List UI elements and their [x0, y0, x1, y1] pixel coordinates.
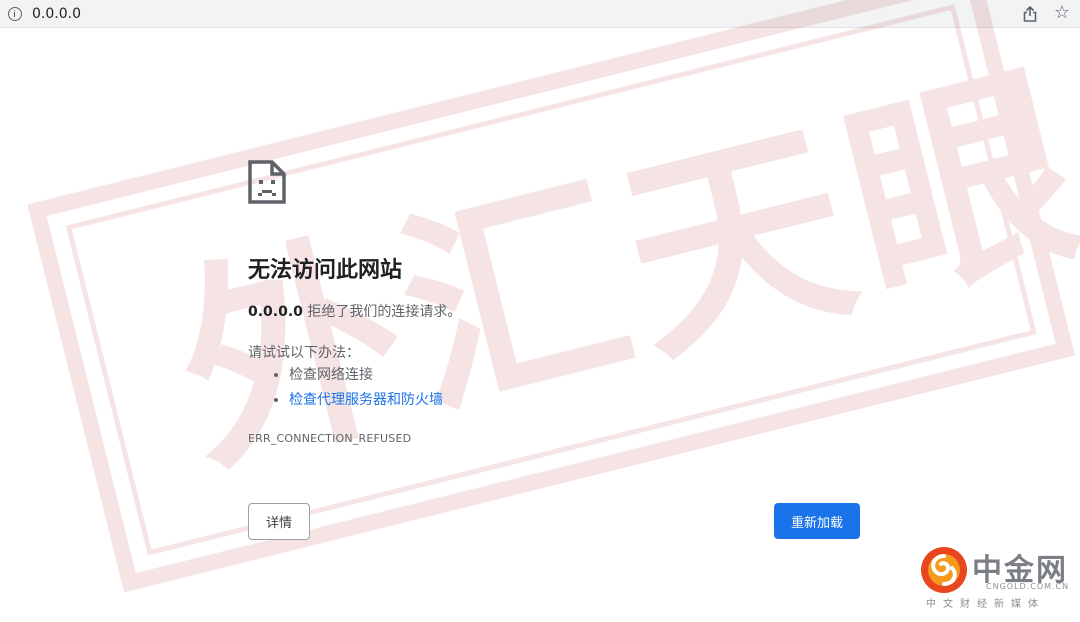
address-bar[interactable]: 0.0.0.0 ☆ — [0, 0, 1080, 28]
suggestion-check-proxy-link[interactable]: 检查代理服务器和防火墙 — [272, 390, 443, 415]
suggestions-list: 检查网络连接 检查代理服务器和防火墙 — [272, 365, 443, 415]
share-icon[interactable] — [1022, 5, 1038, 23]
suggestion-check-network: 检查网络连接 — [272, 365, 443, 390]
brand-domain: CNGOLD.COM.CN — [986, 582, 1070, 591]
watermark-text: 外汇天眼 — [153, 34, 1080, 506]
error-code: ERR_CONNECTION_REFUSED — [248, 432, 412, 445]
url-text[interactable]: 0.0.0.0 — [32, 6, 81, 22]
stamp-frame-outer — [27, 0, 1076, 593]
stamp-frame-inner — [65, 4, 1037, 556]
reload-button[interactable]: 重新加载 — [774, 503, 860, 539]
error-title: 无法访问此网站 — [248, 258, 403, 283]
watermark-stamp: 外汇天眼 — [18, 0, 1080, 622]
error-host: 0.0.0.0 — [248, 304, 303, 320]
info-icon[interactable] — [8, 6, 22, 21]
suggestions-label: 请试试以下办法： — [248, 345, 360, 361]
sad-page-icon — [248, 160, 286, 204]
error-description: 0.0.0.0 拒绝了我们的连接请求。 — [248, 301, 461, 321]
brand-slogan: 中文财经新媒体 — [926, 599, 1045, 610]
details-button[interactable]: 详情 — [248, 503, 310, 540]
star-icon[interactable]: ☆ — [1054, 2, 1070, 24]
error-message: 拒绝了我们的连接请求。 — [307, 304, 462, 320]
brand-logo-icon — [921, 547, 967, 593]
